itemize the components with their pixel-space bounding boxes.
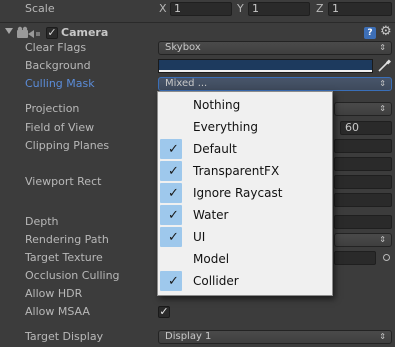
depth-field[interactable]	[334, 215, 392, 229]
menu-item[interactable]: Model	[158, 248, 332, 270]
component-enabled-checkbox[interactable]: ✓	[46, 27, 58, 39]
target-texture-label: Target Texture	[25, 251, 103, 264]
scale-x-field[interactable]: 1	[170, 2, 232, 16]
clipping-far-field[interactable]	[334, 157, 392, 171]
occlusion-culling-label: Occlusion Culling	[25, 269, 120, 282]
scale-y-field[interactable]: 1	[248, 2, 310, 16]
clear-flags-row: Clear Flags Skybox ⇕	[0, 39, 395, 57]
culling-mask-label: Culling Mask	[25, 77, 95, 90]
fov-label: Field of View	[25, 121, 95, 134]
menu-item-label: Water	[193, 208, 229, 222]
allow-msaa-checkbox[interactable]: ✓	[158, 306, 170, 318]
transform-scale-row: Scale X 1 Y 1 Z 1	[0, 0, 395, 18]
menu-item-label: UI	[193, 230, 206, 244]
clipping-planes-label: Clipping Planes	[25, 139, 110, 152]
target-texture-field[interactable]	[334, 251, 376, 265]
checkmark-icon: ✓	[168, 230, 179, 245]
culling-mask-value: Mixed ...	[165, 78, 208, 89]
target-display-value: Display 1	[165, 331, 212, 342]
menu-item-label: Nothing	[193, 98, 241, 112]
z-axis-label: Z	[316, 2, 324, 15]
viewport-x-field[interactable]	[334, 175, 392, 189]
menu-item-label: Default	[193, 142, 237, 156]
menu-item-label: TransparentFX	[193, 164, 280, 178]
target-display-dropdown[interactable]: Display 1 ⇕	[158, 330, 392, 344]
scale-z-field[interactable]: 1	[328, 2, 392, 16]
viewport-w-field[interactable]	[334, 193, 392, 207]
allow-hdr-label: Allow HDR	[25, 287, 83, 300]
menu-item-check-cell: ✓	[160, 271, 182, 291]
object-picker-icon[interactable]	[383, 254, 390, 261]
culling-mask-dropdown[interactable]: Mixed ... ⇕	[158, 77, 392, 91]
menu-item-label: Collider	[193, 274, 239, 288]
clear-flags-value: Skybox	[165, 42, 201, 53]
allow-msaa-row: Allow MSAA ✓	[0, 303, 395, 321]
rendering-path-label: Rendering Path	[25, 233, 109, 246]
viewport-rect-label: Viewport Rect	[25, 175, 102, 188]
menu-item[interactable]: ✓ TransparentFX	[158, 160, 332, 182]
target-display-row: Target Display Display 1 ⇕	[0, 328, 395, 346]
clear-flags-label: Clear Flags	[25, 41, 87, 54]
menu-item-label: Everything	[193, 120, 258, 134]
checkmark-icon: ✓	[168, 164, 179, 179]
checkmark-icon: ✓	[168, 142, 179, 157]
x-axis-label: X	[159, 2, 167, 15]
clear-flags-dropdown[interactable]: Skybox ⇕	[158, 41, 392, 55]
checkmark-icon: ✓	[168, 186, 179, 201]
culling-mask-menu: Nothing Everything ✓ Default ✓ TransparentFX ✓…	[157, 91, 333, 296]
menu-item-check-cell: ✓	[160, 205, 182, 225]
foldout-arrow-icon[interactable]	[5, 28, 13, 34]
eyedropper-icon[interactable]	[376, 59, 392, 73]
menu-item[interactable]: ✓ Ignore Raycast	[158, 182, 332, 204]
checkmark-icon: ✓	[168, 274, 179, 289]
menu-item-check-cell: ✓	[160, 161, 182, 181]
depth-label: Depth	[25, 215, 59, 228]
menu-item[interactable]: Nothing	[158, 94, 332, 116]
allow-msaa-label: Allow MSAA	[25, 305, 90, 318]
menu-item[interactable]: Everything	[158, 116, 332, 138]
fov-field[interactable]: 60	[340, 121, 392, 135]
color-alpha-bar	[159, 70, 372, 72]
projection-label: Projection	[25, 102, 80, 115]
dropdown-arrows-icon: ⇕	[379, 332, 386, 341]
menu-item[interactable]: ✓ Water	[158, 204, 332, 226]
help-icon[interactable]: ?	[364, 27, 376, 39]
menu-item-label: Model	[193, 252, 230, 266]
menu-item-check-cell: ✓	[160, 139, 182, 159]
background-color-field[interactable]	[158, 59, 373, 73]
menu-item-check-cell: ✓	[160, 183, 182, 203]
background-label: Background	[25, 59, 91, 72]
background-row: Background	[0, 57, 395, 75]
menu-item-label: Ignore Raycast	[193, 186, 283, 200]
rendering-path-dropdown[interactable]: ⇕	[334, 233, 392, 247]
gear-icon[interactable]: ⚙	[380, 25, 392, 39]
menu-item[interactable]: ✓ UI	[158, 226, 332, 248]
menu-item[interactable]: ✓ Collider	[158, 270, 332, 292]
scale-label: Scale	[25, 2, 55, 15]
inspector-panel: Scale X 1 Y 1 Z 1 ✓ Camera ? ⚙ Clear Fla…	[0, 0, 395, 347]
dropdown-arrows-icon: ⇕	[379, 104, 386, 113]
checkmark-icon: ✓	[168, 208, 179, 223]
dropdown-arrows-icon: ⇕	[379, 79, 386, 88]
dropdown-arrows-icon: ⇕	[379, 235, 386, 244]
y-axis-label: Y	[237, 2, 244, 15]
dropdown-arrows-icon: ⇕	[379, 43, 386, 52]
menu-item[interactable]: ✓ Default	[158, 138, 332, 160]
menu-item-check-cell: ✓	[160, 227, 182, 247]
projection-dropdown[interactable]: ⇕	[334, 102, 392, 116]
target-display-label: Target Display	[25, 330, 104, 343]
clipping-near-field[interactable]	[334, 139, 392, 153]
